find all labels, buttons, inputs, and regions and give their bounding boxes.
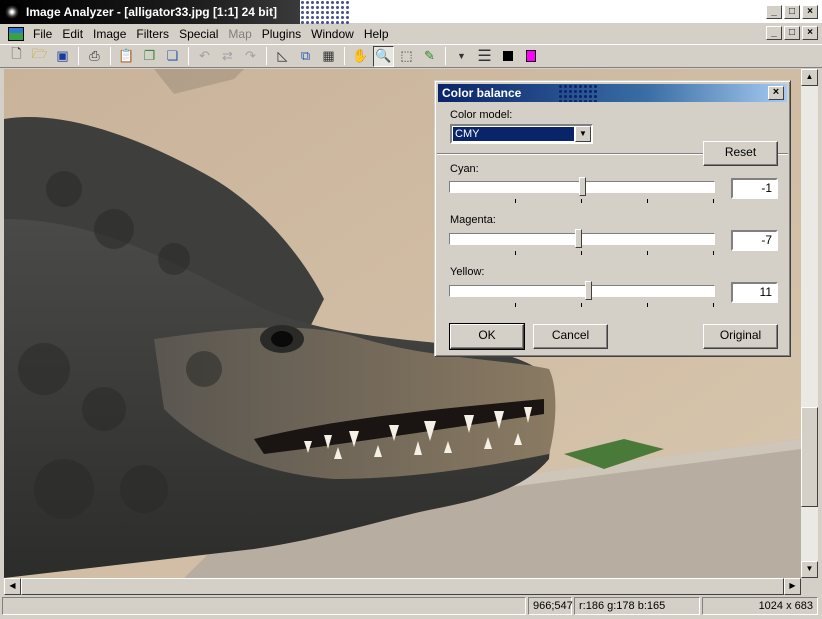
title-bar: Image Analyzer - [alligator33.jpg [1:1] … [0,0,822,24]
menu-filters[interactable]: Filters [131,27,174,41]
magenta-slider-thumb[interactable] [575,229,582,248]
status-rgb: r:186 g:178 b:165 [574,597,700,615]
scroll-left-arrow-icon[interactable]: ◀ [4,578,21,595]
paste-icon[interactable]: 📋 [116,46,137,67]
menu-bar: File Edit Image Filters Special Map Plug… [0,24,822,44]
close-button[interactable]: × [802,5,818,19]
scanner-icon[interactable]: ⎙ [84,46,105,67]
dialog-title-bar[interactable]: Color balance × [438,84,787,102]
menu-window[interactable]: Window [306,27,359,41]
doc-minimize-button[interactable]: _ [766,26,782,40]
magenta-value-field[interactable]: -7 [731,230,778,251]
toolbar: 🗋 🗁 ▣ ⎙ 📋 ❐ ❏ ↶ ⇄ ↷ ◺ ⧉ ▦ ✋ 🔍 ⬚ ✎ ▼ ☰ [0,44,822,68]
dropdown-icon[interactable]: ▼ [451,46,472,67]
qr-icon[interactable]: ▦ [318,46,339,67]
color-model-label: Color model: [450,109,513,121]
chevron-down-icon[interactable]: ▼ [575,126,591,142]
color-swatch-icon[interactable] [520,46,541,67]
duplicate-icon[interactable]: ❏ [162,46,183,67]
menu-file[interactable]: File [28,27,57,41]
vertical-scrollbar[interactable]: ▲ ▼ [801,69,818,578]
cancel-button[interactable]: Cancel [533,324,608,349]
copy-icon[interactable]: ❐ [139,46,160,67]
menu-help[interactable]: Help [359,27,394,41]
cyan-value-field[interactable]: -1 [731,178,778,199]
document-icon[interactable] [8,27,24,41]
yellow-slider-thumb[interactable] [585,281,592,300]
lines-icon[interactable]: ☰ [474,46,495,67]
cyan-slider-thumb[interactable] [579,177,586,196]
open-folder-icon[interactable]: 🗁 [29,46,50,67]
menu-edit[interactable]: Edit [57,27,88,41]
scroll-up-arrow-icon[interactable]: ▲ [801,69,818,86]
reset-button[interactable]: Reset [703,141,778,166]
app-logo-icon [4,4,20,20]
status-bar: 966;547 r:186 g:178 b:165 1024 x 683 [0,597,822,617]
menu-image[interactable]: Image [88,27,131,41]
horizontal-scrollbar[interactable]: ◀ ▶ [4,578,801,595]
repeat-icon[interactable]: ⇄ [217,46,238,67]
undo-icon[interactable]: ↶ [194,46,215,67]
ok-button[interactable]: OK [449,323,525,350]
dialog-close-button[interactable]: × [768,86,784,100]
hand-icon[interactable]: ✋ [350,46,371,67]
color-balance-dialog: Color balance × Color model: CMY ▼ Reset… [434,80,791,357]
menu-plugins[interactable]: Plugins [257,27,306,41]
window-title: Image Analyzer - [alligator33.jpg [1:1] … [26,5,277,19]
yellow-slider-track[interactable] [449,285,715,297]
doc-restore-button[interactable]: □ [784,26,800,40]
resize-icon[interactable]: ⧉ [295,46,316,67]
color-model-select[interactable]: CMY ▼ [450,124,593,144]
new-file-icon[interactable]: 🗋 [6,46,27,67]
magenta-slider-track[interactable] [449,233,715,245]
magenta-label: Magenta: [450,214,496,226]
vertical-scroll-thumb[interactable] [801,407,818,507]
status-coords: 966;547 [528,597,573,615]
curve-icon[interactable]: ◺ [272,46,293,67]
save-icon[interactable]: ▣ [52,46,73,67]
maximize-button[interactable]: □ [784,5,800,19]
cyan-label: Cyan: [450,163,479,175]
horizontal-scroll-thumb[interactable] [21,578,784,595]
scroll-right-arrow-icon[interactable]: ▶ [784,578,801,595]
menu-map[interactable]: Map [223,27,256,41]
app-window: Image Analyzer - [alligator33.jpg [1:1] … [0,0,822,619]
minimize-button[interactable]: _ [766,5,782,19]
scroll-down-arrow-icon[interactable]: ▼ [801,561,818,578]
yellow-value-field[interactable]: 11 [731,282,778,303]
dialog-title: Color balance [442,86,522,100]
status-image-size: 1024 x 683 [702,597,818,615]
eyedropper-icon[interactable]: ✎ [419,46,440,67]
status-message [2,597,526,615]
select-icon[interactable]: ⬚ [396,46,417,67]
redo-icon[interactable]: ↷ [240,46,261,67]
original-button[interactable]: Original [703,324,778,349]
color-model-value: CMY [452,126,575,142]
doc-close-button[interactable]: × [802,26,818,40]
shapes-icon[interactable] [497,46,518,67]
menu-special[interactable]: Special [174,27,223,41]
zoom-icon[interactable]: 🔍 [373,45,394,67]
yellow-label: Yellow: [450,266,485,278]
